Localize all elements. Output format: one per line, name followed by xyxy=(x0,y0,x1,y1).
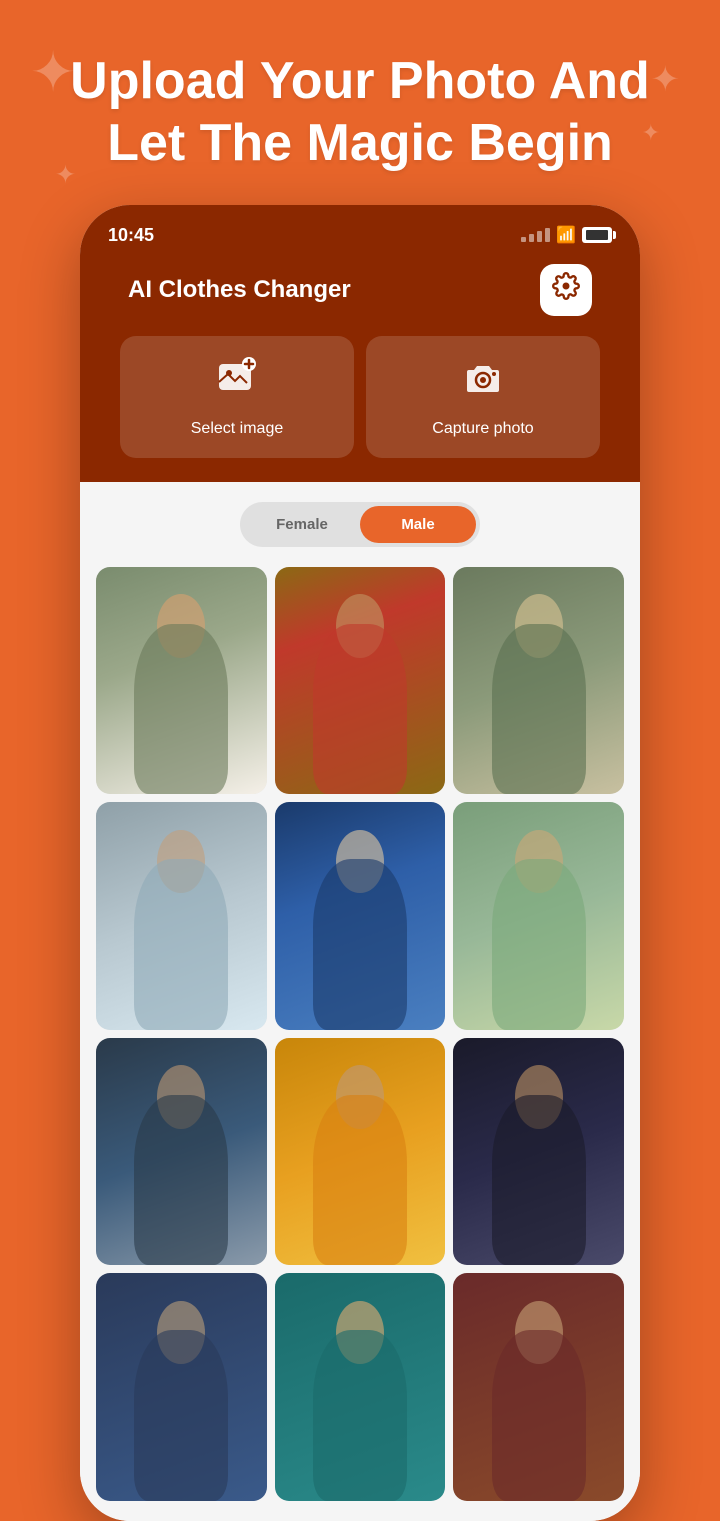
model-item-9[interactable] xyxy=(453,1038,624,1266)
model-item-7[interactable] xyxy=(96,1038,267,1266)
model-item-11[interactable] xyxy=(275,1273,446,1501)
signal-icon xyxy=(521,228,550,242)
phone-content: Female Male xyxy=(80,482,640,1521)
wifi-icon: 📶 xyxy=(556,225,576,245)
model-item-4[interactable] xyxy=(96,802,267,1030)
battery-fill xyxy=(586,230,608,240)
page-title: Upload Your Photo And Let The Magic Begi… xyxy=(60,50,660,175)
select-image-button[interactable]: Select image xyxy=(120,336,354,458)
model-image-grid xyxy=(96,567,624,1501)
model-image-8 xyxy=(275,1038,446,1266)
app-title: AI Clothes Changer xyxy=(128,276,351,304)
model-item-8[interactable] xyxy=(275,1038,446,1266)
model-image-10 xyxy=(96,1273,267,1501)
model-image-1 xyxy=(96,567,267,795)
model-image-12 xyxy=(453,1273,624,1501)
battery-icon xyxy=(582,227,612,243)
select-image-icon xyxy=(215,356,259,410)
model-item-2[interactable] xyxy=(275,567,446,795)
signal-dot-2 xyxy=(529,234,534,242)
model-item-10[interactable] xyxy=(96,1273,267,1501)
model-item-3[interactable] xyxy=(453,567,624,795)
select-image-label: Select image xyxy=(191,420,284,438)
status-icons: 📶 xyxy=(521,225,612,245)
status-bar: 10:45 📶 xyxy=(104,217,616,254)
model-item-6[interactable] xyxy=(453,802,624,1030)
capture-photo-label: Capture photo xyxy=(432,420,533,438)
status-time: 10:45 xyxy=(108,225,154,246)
model-image-7 xyxy=(96,1038,267,1266)
model-item-1[interactable] xyxy=(96,567,267,795)
app-header: AI Clothes Changer xyxy=(104,254,616,336)
model-image-3 xyxy=(453,567,624,795)
settings-button[interactable] xyxy=(540,264,592,316)
signal-dot-1 xyxy=(521,237,526,242)
model-image-6 xyxy=(453,802,624,1030)
phone-mockup: 10:45 📶 AI Clothes Changer xyxy=(80,205,640,1521)
gender-toggle: Female Male xyxy=(240,502,480,547)
phone-top-bar: 10:45 📶 AI Clothes Changer xyxy=(80,205,640,482)
model-item-5[interactable] xyxy=(275,802,446,1030)
action-row: Select image Capture photo xyxy=(104,336,616,482)
gender-male-button[interactable]: Male xyxy=(360,506,476,543)
capture-photo-button[interactable]: Capture photo xyxy=(366,336,600,458)
model-image-11 xyxy=(275,1273,446,1501)
settings-icon xyxy=(552,272,580,307)
battery-tip xyxy=(613,231,616,239)
model-image-5 xyxy=(275,802,446,1030)
model-item-12[interactable] xyxy=(453,1273,624,1501)
page-header: Upload Your Photo And Let The Magic Begi… xyxy=(0,0,720,205)
gender-female-button[interactable]: Female xyxy=(244,506,360,543)
signal-dot-3 xyxy=(537,231,542,242)
signal-dot-4 xyxy=(545,228,550,242)
model-image-2 xyxy=(275,567,446,795)
model-image-4 xyxy=(96,802,267,1030)
model-image-9 xyxy=(453,1038,624,1266)
capture-photo-icon xyxy=(461,356,505,410)
